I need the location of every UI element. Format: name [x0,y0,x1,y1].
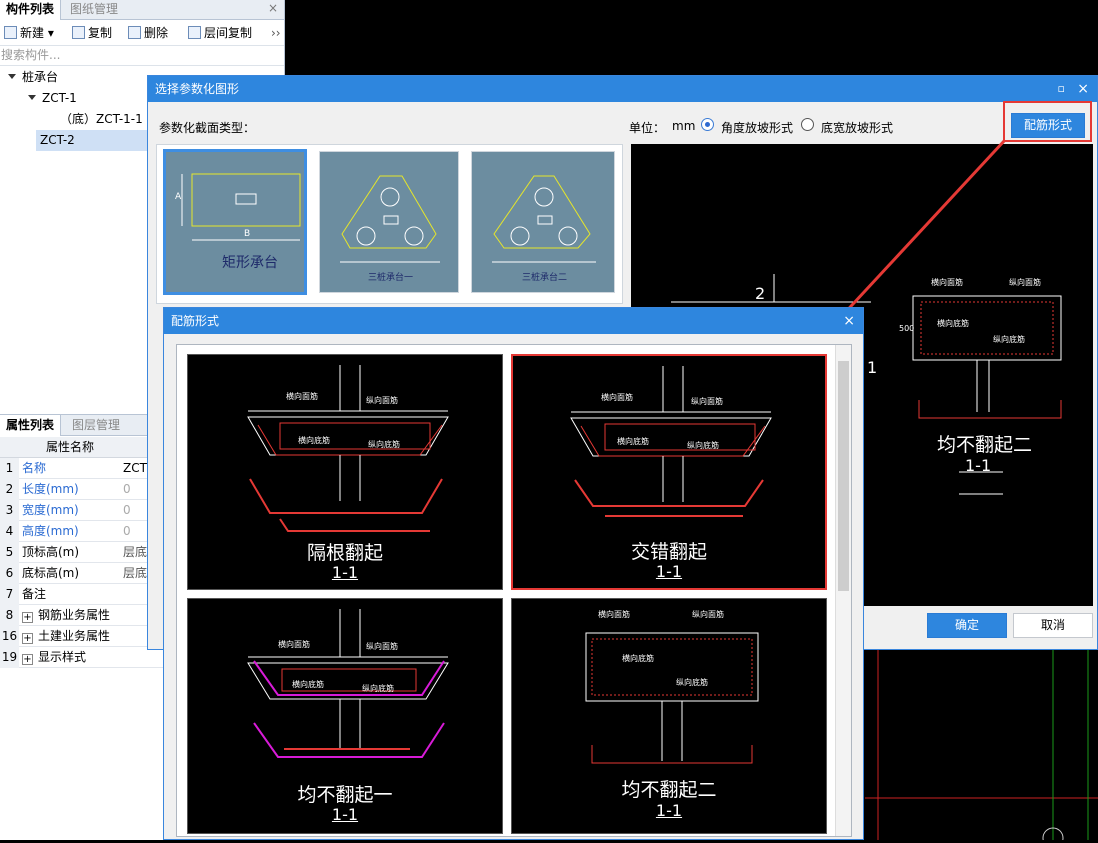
rebar-label: 横向底筋 [292,680,324,689]
rebar-option-1[interactable]: 横向面筋 纵向面筋 横向底筋 纵向底筋 隔根翻起 1-1 [187,354,503,590]
scrollbar-thumb[interactable] [838,361,849,591]
rebar-label: 纵向面筋 [366,642,398,651]
rebar-option-4[interactable]: 横向面筋 纵向面筋 横向底筋 纵向底筋 均不翻起二 1-1 [511,598,827,834]
rebar-label: 纵向底筋 [687,441,719,450]
rebar-label: 纵向底筋 [676,678,708,687]
option-section: 1-1 [655,562,683,581]
rebar-label: 纵向面筋 [692,610,724,619]
close-icon[interactable]: × [843,308,855,334]
rebar-option-2[interactable]: 横向面筋 纵向面筋 横向底筋 纵向底筋 交错翻起 1-1 [511,354,827,590]
option-section: 1-1 [331,805,359,824]
rebar-label: 横向底筋 [622,654,654,663]
rebar-label: 纵向底筋 [368,440,400,449]
dialog-title-bar: 配筋形式 × [164,308,863,334]
rebar-option-3[interactable]: 横向面筋 纵向面筋 横向底筋 纵向底筋 均不翻起一 1-1 [187,598,503,834]
option-label: 隔根翻起 [306,542,383,564]
rebar-form-dialog: 配筋形式 × 横向面筋 纵向面筋 横向底筋 纵向底筋 隔根翻起 1-1 横向面筋… [163,307,864,840]
rebar-label: 横向面筋 [601,393,633,402]
option-label: 均不翻起二 [621,779,717,801]
scrollbar[interactable] [835,345,851,836]
rebar-label: 横向面筋 [286,392,318,401]
rebar-label: 横向底筋 [617,437,649,446]
option-section: 1-1 [331,563,359,582]
option-label: 均不翻起一 [297,784,393,806]
rebar-label: 横向底筋 [298,436,330,445]
rebar-label: 纵向底筋 [362,684,394,693]
rebar-label: 纵向面筋 [691,397,723,406]
rebar-label: 横向面筋 [598,610,630,619]
option-section: 1-1 [655,801,683,820]
dialog-title: 配筋形式 [171,314,220,328]
rebar-options-list: 横向面筋 纵向面筋 横向底筋 纵向底筋 隔根翻起 1-1 横向面筋 纵向面筋 横… [176,344,852,837]
option-label: 交错翻起 [630,541,707,563]
rebar-label: 纵向面筋 [366,396,398,405]
rebar-label: 横向面筋 [278,640,310,649]
